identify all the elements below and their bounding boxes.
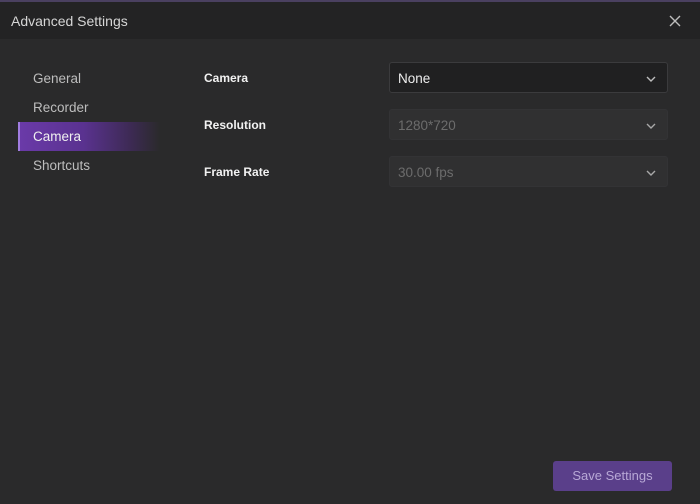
chevron-down-icon xyxy=(645,120,657,132)
chevron-down-icon xyxy=(645,73,657,85)
camera-select[interactable]: None xyxy=(389,62,668,93)
frame-rate-select[interactable]: 30.00 fps xyxy=(389,156,668,187)
save-settings-button[interactable]: Save Settings xyxy=(553,461,672,491)
sidebar-item-general[interactable]: General xyxy=(18,64,160,93)
resolution-label: Resolution xyxy=(204,118,266,132)
camera-select-value: None xyxy=(398,71,431,86)
sidebar-item-label: General xyxy=(33,71,82,86)
sidebar-item-camera[interactable]: Camera xyxy=(18,122,160,151)
frame-rate-select-value: 30.00 fps xyxy=(398,165,454,180)
close-icon[interactable] xyxy=(666,12,684,30)
camera-label: Camera xyxy=(204,71,249,85)
sidebar-item-recorder[interactable]: Recorder xyxy=(18,93,160,122)
window-title: Advanced Settings xyxy=(11,13,128,29)
frame-rate-label: Frame Rate xyxy=(204,165,270,179)
settings-sidebar: General Recorder Camera Shortcuts xyxy=(0,39,180,504)
sidebar-item-shortcuts[interactable]: Shortcuts xyxy=(18,151,160,180)
resolution-select-value: 1280*720 xyxy=(398,118,456,133)
sidebar-item-label: Camera xyxy=(33,129,82,144)
chevron-down-icon xyxy=(645,167,657,179)
title-bar: Advanced Settings xyxy=(0,2,700,39)
sidebar-item-label: Shortcuts xyxy=(33,158,91,173)
resolution-select[interactable]: 1280*720 xyxy=(389,109,668,140)
sidebar-item-label: Recorder xyxy=(33,100,89,115)
